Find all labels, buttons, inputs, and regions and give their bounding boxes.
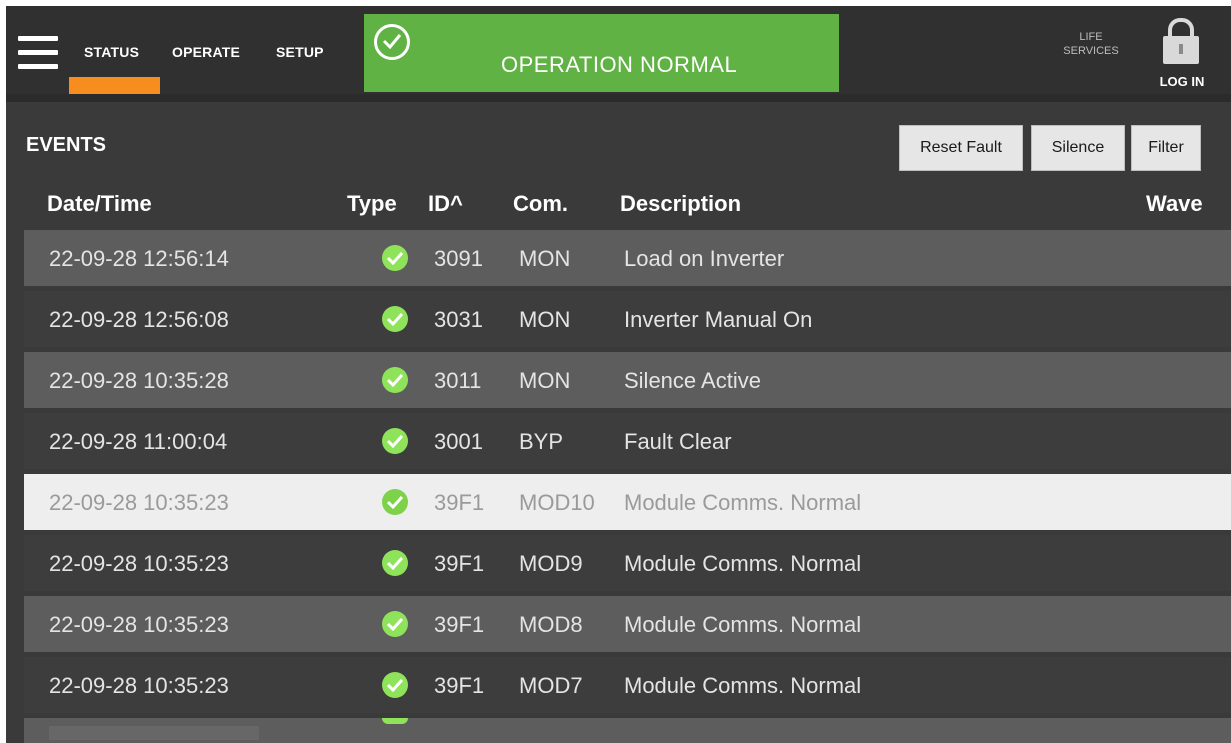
cell-description: Module Comms. Normal (624, 673, 862, 698)
cell-com: MOD10 (519, 490, 595, 515)
filter-button[interactable]: Filter (1131, 125, 1201, 171)
cell-com: MON (519, 368, 571, 393)
status-text: OPERATION NORMAL (501, 52, 738, 77)
check-icon (382, 367, 408, 393)
cell-com: MON (519, 307, 571, 332)
login-button[interactable]: LOG IN (1146, 10, 1218, 90)
check-icon (382, 428, 408, 454)
cell-com: MOD9 (519, 551, 583, 576)
cell-com: BYP (519, 429, 564, 454)
cell-description: Fault Clear (624, 429, 732, 454)
table-row[interactable]: 22-09-28 11:00:04 3001 BYP Fault Clear (24, 413, 1231, 469)
cell-datetime: 22-09-28 11:00:04 (49, 429, 228, 454)
cell-datetime: 22-09-28 10:35:23 (49, 673, 229, 698)
life-services-line2: SERVICES (1063, 45, 1119, 57)
column-header-wave[interactable]: Wave (1146, 191, 1203, 217)
tab-setup[interactable]: SETUP (276, 44, 324, 60)
check-icon (382, 672, 408, 698)
lock-body (1163, 36, 1199, 64)
life-services-line1: LIFE (1079, 31, 1103, 43)
cell-datetime: 22-09-28 10:35:23 (49, 490, 229, 515)
column-header-datetime[interactable]: Date/Time (47, 191, 152, 217)
cell-com: MOD8 (519, 612, 583, 637)
column-header-description[interactable]: Description (620, 191, 741, 217)
cell-id: 3011 (434, 368, 482, 393)
table-row[interactable]: 22-09-28 10:35:23 39F1 MOD8 Module Comms… (24, 596, 1231, 652)
partial-row-text (49, 726, 259, 740)
check-circle-icon (374, 24, 410, 60)
check-icon (382, 718, 408, 724)
reset-fault-button[interactable]: Reset Fault (899, 125, 1023, 171)
cell-id: 3031 (434, 307, 483, 332)
top-bar: STATUS OPERATE SETUP OPERATION NORMAL LI… (6, 6, 1231, 94)
check-icon (382, 306, 408, 332)
cell-description: Silence Active (624, 368, 761, 393)
events-panel: EVENTS Reset Fault Silence Filter Date/T… (6, 102, 1231, 743)
cell-com: MON (519, 246, 571, 271)
cell-id: 39F1 (434, 551, 485, 576)
cell-id: 39F1 (434, 612, 485, 637)
column-header-com[interactable]: Com. (513, 191, 568, 217)
life-services-link[interactable]: LIFE SERVICES (1046, 30, 1136, 58)
cell-description: Module Comms. Normal (624, 551, 862, 576)
cell-description: Module Comms. Normal (624, 612, 862, 637)
cell-id: 3001 (434, 429, 483, 454)
login-label: LOG IN (1159, 74, 1205, 89)
silence-button[interactable]: Silence (1031, 125, 1125, 171)
cell-datetime: 22-09-28 10:35:28 (49, 368, 229, 393)
cell-datetime: 22-09-28 10:35:23 (49, 612, 229, 637)
cell-id: 3091 (434, 246, 483, 271)
tab-operate[interactable]: OPERATE (172, 44, 240, 60)
table-row[interactable]: 22-09-28 10:35:23 39F1 MOD9 Module Comms… (24, 535, 1231, 591)
table-row-partial[interactable] (24, 718, 1231, 743)
app-frame: STATUS OPERATE SETUP OPERATION NORMAL LI… (6, 6, 1231, 743)
cell-datetime: 22-09-28 12:56:08 (49, 307, 229, 332)
tab-status[interactable]: STATUS (84, 44, 139, 60)
check-icon (382, 550, 408, 576)
cell-id: 39F1 (434, 673, 485, 698)
table-row[interactable]: 22-09-28 10:35:28 3011 MON Silence Activ… (24, 352, 1231, 408)
cell-datetime: 22-09-28 10:35:23 (49, 551, 229, 576)
table-row[interactable]: 22-09-28 12:56:14 3091 MON Load on Inver… (24, 230, 1231, 286)
check-icon (382, 489, 408, 515)
events-title: EVENTS (26, 134, 107, 156)
cell-id: 39F1 (434, 490, 485, 515)
active-tab-indicator (69, 77, 160, 94)
cell-datetime: 22-09-28 12:56:14 (49, 246, 229, 271)
check-icon (382, 245, 408, 271)
column-header-type[interactable]: Type (347, 191, 397, 217)
check-icon (382, 611, 408, 637)
cell-com: MOD7 (519, 673, 583, 698)
menu-icon[interactable] (18, 36, 58, 70)
table-row[interactable]: 22-09-28 12:56:08 3031 MON Inverter Manu… (24, 291, 1231, 347)
cell-description: Inverter Manual On (624, 307, 813, 332)
cell-description: Load on Inverter (624, 246, 785, 271)
status-banner: OPERATION NORMAL (364, 14, 839, 92)
cell-description: Module Comms. Normal (624, 490, 862, 515)
table-row-selected[interactable]: 22-09-28 10:35:23 39F1 MOD10 Module Comm… (24, 474, 1231, 530)
column-header-id[interactable]: ID^ (428, 191, 463, 217)
table-row[interactable]: 22-09-28 10:35:23 39F1 MOD7 Module Comms… (24, 657, 1231, 713)
